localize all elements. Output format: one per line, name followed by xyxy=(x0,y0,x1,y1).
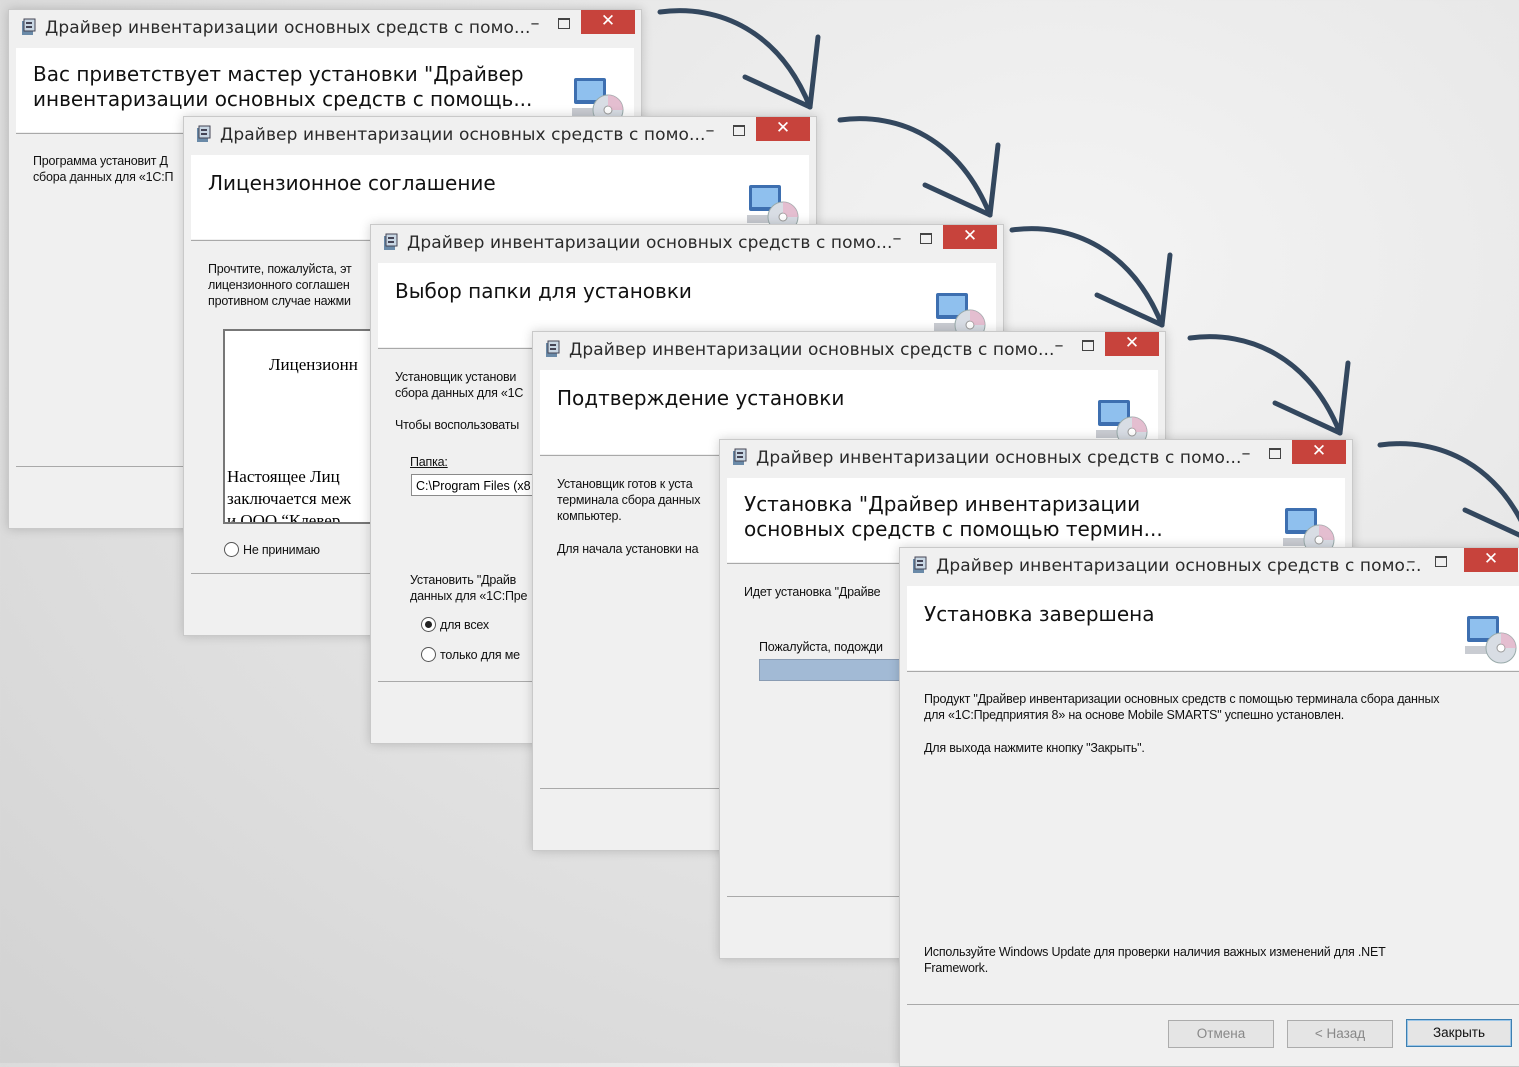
license-heading: Лицензионн xyxy=(269,355,358,374)
maximize-button[interactable] xyxy=(553,14,575,36)
installer-app-icon xyxy=(22,18,36,35)
maximize-button[interactable] xyxy=(1430,552,1452,574)
install-for-text: данных для «1С:Пре xyxy=(410,589,528,603)
close-window-button[interactable]: ✕ xyxy=(1292,440,1346,464)
windows-update-text: Используйте Windows Update для проверки … xyxy=(924,945,1386,959)
minimize-button[interactable]: – xyxy=(524,14,546,36)
arrow-5 xyxy=(1380,444,1519,540)
maximize-button[interactable] xyxy=(1264,444,1286,466)
body-text-line: Чтобы воспользоваты xyxy=(395,418,520,432)
exit-hint-text: Для выхода нажмите кнопку "Закрыть". xyxy=(924,741,1145,755)
product-installed-text: Продукт "Драйвер инвентаризации основных… xyxy=(924,692,1440,706)
arrow-2 xyxy=(840,119,998,215)
title-bar[interactable]: Драйвер инвентаризации основных средств … xyxy=(533,332,1165,366)
decline-radio[interactable] xyxy=(224,542,239,557)
minimize-button[interactable]: – xyxy=(1048,336,1070,358)
page-title: Установка завершена xyxy=(924,602,1155,626)
body-text-line: Установщик готов к уста xyxy=(557,477,693,491)
arrow-3 xyxy=(1012,229,1170,325)
arrow-4 xyxy=(1190,337,1348,433)
close-window-button[interactable]: ✕ xyxy=(756,117,810,141)
folder-label: Папка: xyxy=(410,455,448,469)
installer-app-icon xyxy=(384,233,398,250)
close-window-button[interactable]: ✕ xyxy=(1105,332,1159,356)
window-title: Драйвер инвентаризации основных средств … xyxy=(569,340,1055,360)
maximize-button[interactable] xyxy=(1077,336,1099,358)
window-title: Драйвер инвентаризации основных средств … xyxy=(936,556,1422,576)
body-text-line: Прочтите, пожалуйста, эт xyxy=(208,262,352,276)
page-title: Вас приветствует мастер установки "Драйв… xyxy=(33,62,533,111)
window-title: Драйвер инвентаризации основных средств … xyxy=(45,18,531,38)
title-bar[interactable]: Драйвер инвентаризации основных средств … xyxy=(900,548,1519,582)
title-bar[interactable]: Драйвер инвентаризации основных средств … xyxy=(720,440,1352,474)
close-window-button[interactable]: ✕ xyxy=(581,10,635,34)
body-text-line: компьютер. xyxy=(557,509,622,523)
wait-label: Пожалуйста, подожди xyxy=(759,640,883,654)
body-text-line: противном случае нажми xyxy=(208,294,351,308)
maximize-button[interactable] xyxy=(728,121,750,143)
window-title: Драйвер инвентаризации основных средств … xyxy=(220,125,706,145)
install-for-me-label[interactable]: только для ме xyxy=(440,647,520,663)
body-text-line: сбора данных для «1С xyxy=(395,386,524,400)
close-window-button[interactable]: ✕ xyxy=(943,225,997,249)
install-for-everyone-label[interactable]: для всех xyxy=(440,617,489,633)
minimize-button[interactable]: – xyxy=(886,229,908,251)
body-text-line: Установщик установи xyxy=(395,370,517,384)
license-text: Настоящее Лиц заключается меж и ООО “Кле… xyxy=(227,467,351,524)
installer-app-icon xyxy=(546,340,560,357)
arrow-1 xyxy=(660,11,818,107)
title-bar[interactable]: Драйвер инвентаризации основных средств … xyxy=(9,10,641,44)
finish-close-button[interactable]: Закрыть xyxy=(1406,1019,1512,1047)
body-text-line: терминала сбора данных xyxy=(557,493,701,507)
cancel-button[interactable]: Отмена xyxy=(1168,1020,1274,1048)
body-text-line: Программа установит Д xyxy=(33,154,168,168)
installer-app-icon xyxy=(197,125,211,142)
body-text-line: лицензионного соглашен xyxy=(208,278,350,292)
maximize-button[interactable] xyxy=(915,229,937,251)
window-title: Драйвер инвентаризации основных средств … xyxy=(407,233,893,253)
minimize-button[interactable]: – xyxy=(1400,552,1422,574)
back-button[interactable]: < Назад xyxy=(1287,1020,1393,1048)
minimize-button[interactable]: – xyxy=(1235,444,1257,466)
page-title: Подтверждение установки xyxy=(557,386,845,410)
body-text-line: Идет установка "Драйве xyxy=(744,585,881,599)
install-for-everyone-radio[interactable] xyxy=(421,617,436,632)
installer-app-icon xyxy=(733,448,747,465)
minimize-button[interactable]: – xyxy=(699,121,721,143)
install-for-text: Установить "Драйв xyxy=(410,573,517,587)
computer-cd-icon xyxy=(1465,616,1517,664)
close-window-button[interactable]: ✕ xyxy=(1464,548,1518,572)
installer-app-icon xyxy=(913,556,927,573)
window-title: Драйвер инвентаризации основных средств … xyxy=(756,448,1242,468)
install-for-me-radio[interactable] xyxy=(421,647,436,662)
title-bar[interactable]: Драйвер инвентаризации основных средств … xyxy=(184,117,816,151)
installer-window-finish[interactable]: Драйвер инвентаризации основных средств … xyxy=(899,547,1519,1067)
body-text-line: сбора данных для «1С:П xyxy=(33,170,174,184)
page-title: Лицензионное соглашение xyxy=(208,171,496,195)
page-title: Установка "Драйвер инвентаризации основн… xyxy=(744,492,1163,541)
title-bar[interactable]: Драйвер инвентаризации основных средств … xyxy=(371,225,1003,259)
page-title: Выбор папки для установки xyxy=(395,279,692,303)
wizard-header: Установка завершена xyxy=(907,586,1519,670)
body-text-line: Для начала установки на xyxy=(557,542,699,556)
windows-update-text: Framework. xyxy=(924,961,988,975)
product-installed-text: для «1С:Предприятия 8» на основе Mobile … xyxy=(924,708,1345,722)
decline-label[interactable]: Не принимаю xyxy=(243,542,320,558)
wizard-body: Продукт "Драйвер инвентаризации основных… xyxy=(907,671,1519,1021)
